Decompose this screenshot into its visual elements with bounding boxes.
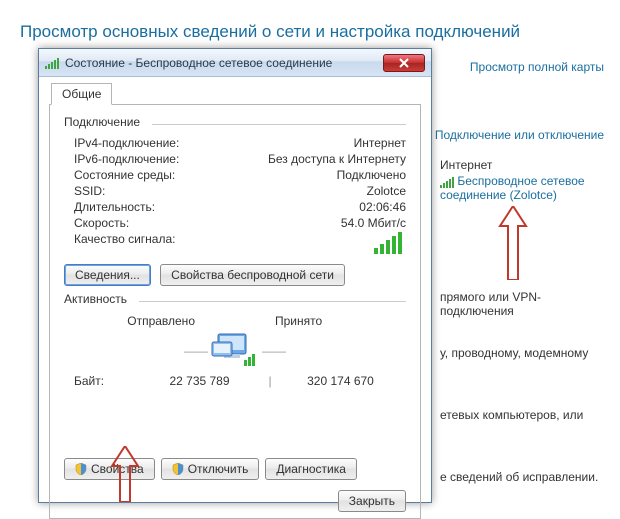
connection-table: IPv4-подключение:Интернет IPv6-подключен… [64, 135, 406, 258]
diagnose-button[interactable]: Диагностика [265, 458, 357, 480]
signal-bars-icon [45, 57, 59, 69]
wireless-connection-link[interactable]: Беспроводное сетевое соединение (Zolotce… [440, 174, 585, 202]
disable-button[interactable]: Отключить [161, 458, 260, 480]
close-button[interactable] [383, 54, 425, 72]
dialog-close-button[interactable]: Закрыть [338, 490, 406, 512]
details-button[interactable]: Сведения... [64, 264, 151, 286]
bytes-sent-value: 22 735 789 [134, 374, 265, 388]
signal-bars-icon [440, 176, 454, 188]
shield-icon [75, 463, 87, 475]
received-label: Принято [265, 314, 398, 328]
internet-label: Интернет [440, 158, 604, 172]
bg-fragment: прямого или VPN-подключения [440, 290, 604, 318]
dialog-title: Состояние - Беспроводное сетевое соедине… [65, 56, 383, 70]
titlebar[interactable]: Состояние - Беспроводное сетевое соедине… [39, 49, 431, 77]
link-full-map[interactable]: Просмотр полной карты [470, 60, 604, 74]
sent-label: Отправлено [72, 314, 205, 328]
tabstrip: Общие [49, 83, 421, 105]
bg-fragment: етевых компьютеров, или [440, 408, 604, 422]
status-dialog: Состояние - Беспроводное сетевое соедине… [38, 48, 432, 503]
annotation-arrow-icon [110, 446, 140, 502]
bytes-received-value: 320 174 670 [275, 374, 406, 388]
page-title: Просмотр основных сведений о сети и наст… [20, 22, 520, 42]
annotation-arrow-icon [498, 206, 528, 280]
group-connection-label: Подключение [64, 115, 146, 129]
wireless-properties-button[interactable]: Свойства беспроводной сети [160, 264, 345, 286]
tab-general[interactable]: Общие [51, 83, 112, 105]
bg-fragment: у, проводному, модемному [440, 346, 604, 360]
link-conn-toggle[interactable]: Подключение или отключение [435, 128, 604, 142]
bytes-label: Байт: [64, 374, 134, 388]
group-activity-label: Активность [64, 292, 133, 306]
shield-icon [172, 463, 184, 475]
bg-fragment: е сведений об исправлении. [440, 470, 604, 484]
signal-quality-icon [374, 232, 406, 254]
network-activity-icon [208, 330, 262, 372]
